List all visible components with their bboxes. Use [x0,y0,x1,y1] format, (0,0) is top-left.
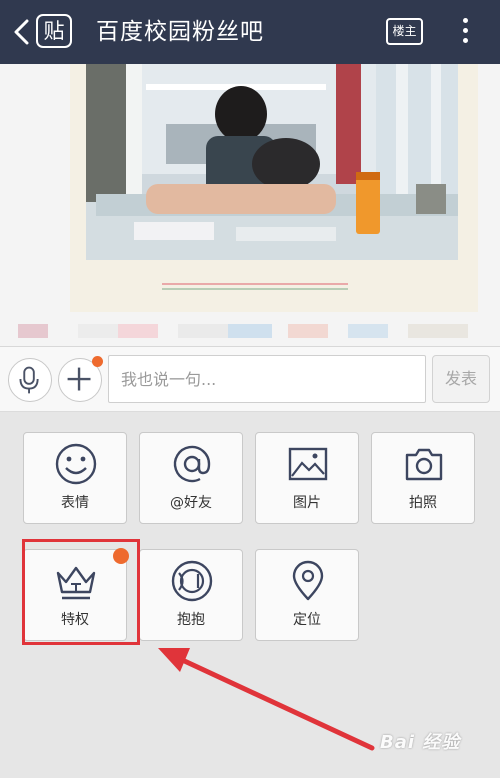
microphone-button[interactable] [8,358,52,402]
hug-circle-icon [171,560,213,602]
reply-input[interactable] [108,355,426,403]
notification-dot [113,548,129,564]
page-title: 百度校园粉丝吧 [96,19,264,45]
post-photo[interactable] [86,64,458,260]
tile-label: 定位 [293,612,321,628]
send-button[interactable]: 发表 [432,355,490,403]
camera-button[interactable]: 拍照 [371,432,475,524]
reply-bar: 发表 [0,346,500,412]
blurred-text-row [18,324,468,338]
smiley-icon [55,443,97,485]
chevron-left-icon[interactable] [11,19,35,45]
location-pin-icon [292,560,324,601]
mention-friend-button[interactable]: @好友 [139,432,243,524]
tile-label: 拍照 [409,495,437,511]
hug-button[interactable]: 抱抱 [139,549,243,641]
tile-label: 抱抱 [177,612,205,628]
tile-label: 表情 [61,495,89,511]
watermark: Bai 经验 [380,732,461,753]
location-button[interactable]: 定位 [255,549,359,641]
top-bar: 贴 百度校园粉丝吧 楼主 [0,0,500,64]
vertical-dots-icon[interactable] [458,15,472,49]
decorative-line [162,288,348,290]
camera-icon [405,448,443,481]
tile-label: 图片 [293,495,321,511]
notification-dot [92,356,103,367]
tieba-logo[interactable]: 贴 [36,14,72,48]
louzhu-button[interactable]: 楼主 [386,18,423,45]
emoji-button[interactable]: 表情 [23,432,127,524]
microphone-icon [19,366,39,394]
picture-button[interactable]: 图片 [255,432,359,524]
decorative-line [162,283,348,285]
picture-icon [288,447,328,481]
at-sign-icon [173,445,211,483]
tile-label: @好友 [170,495,212,511]
